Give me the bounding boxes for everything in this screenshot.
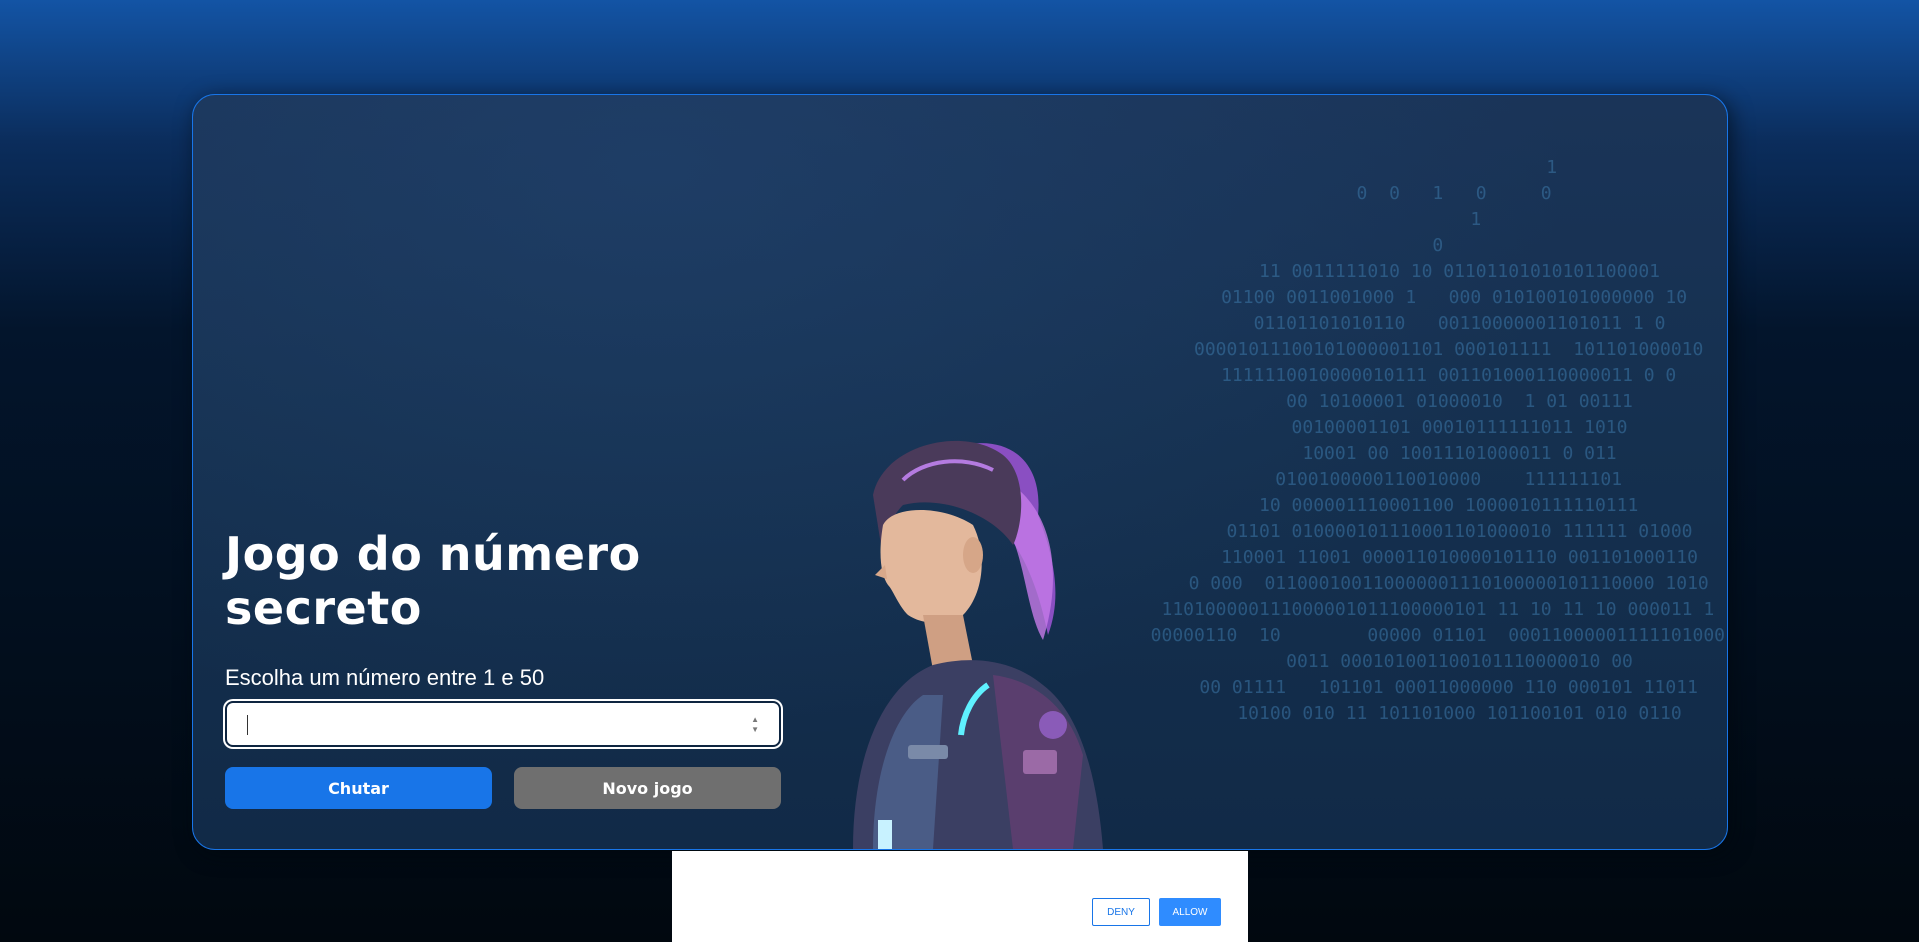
- binary-line: 110001 11001 000011010000101110 00110100…: [1156, 547, 1698, 568]
- binary-line: 00 10100001 01000010 1 01 00111: [1221, 391, 1633, 412]
- binary-line: 1: [1372, 209, 1482, 230]
- binary-line: 1111110010000010111 001101000110000011 0…: [1177, 365, 1677, 386]
- binary-line: 110100000111000001011100000101 11 10 11 …: [1139, 599, 1715, 620]
- stepper-up-icon[interactable]: ▲: [751, 715, 759, 725]
- page-title: Jogo do número secreto: [225, 527, 641, 635]
- binary-line: 11 0011111010 10 01101101010101100001: [1194, 261, 1660, 282]
- button-row: Chutar Novo jogo: [225, 767, 785, 809]
- binary-line: 00100001101 00010111111011 1010: [1226, 417, 1628, 438]
- binary-line: 0100100000110010000 111111101: [1231, 469, 1623, 490]
- game-content: Jogo do número secreto Escolha um número…: [225, 527, 785, 809]
- game-container: 1 0 0 1 0 0 1 0 11 0011111010 10 0110110…: [192, 94, 1728, 850]
- binary-line: 00 01111 101101 00011000000 110 000101 1…: [1156, 677, 1698, 698]
- binary-line: 0 0 1 0 0: [1302, 183, 1552, 204]
- allow-button[interactable]: ALLOW: [1159, 898, 1221, 926]
- stepper-down-icon[interactable]: ▼: [751, 725, 759, 735]
- consent-banner: DENY ALLOW: [672, 851, 1248, 942]
- binary-line: 0 000 0110001001100000011101000001011100…: [1145, 573, 1709, 594]
- astronaut-character-illustration: [853, 440, 1103, 849]
- text-caret: [247, 715, 248, 735]
- guess-button[interactable]: Chutar: [225, 767, 492, 809]
- binary-line: 10 000001110001100 1000010111110111: [1215, 495, 1639, 516]
- binary-rain-decoration: 1 0 0 1 0 0 1 0 11 0011111010 10 0110110…: [1127, 155, 1727, 775]
- binary-line: 01100 0011001000 1 000 010100101000000 1…: [1166, 287, 1688, 308]
- binary-line: 01101101010110 00110000001101011 1 0: [1188, 313, 1666, 334]
- instruction-text: Escolha um número entre 1 e 50: [225, 665, 545, 690]
- binary-line: 01101 010000101110001101000010 111111 01…: [1161, 521, 1693, 542]
- binary-line: 00001011100101000001101 000101111 101101…: [1150, 339, 1704, 360]
- binary-line: 00000110 10 00000 01101 0001100000111110…: [1128, 625, 1726, 646]
- binary-line: 0: [1410, 235, 1444, 256]
- deny-button[interactable]: DENY: [1092, 898, 1150, 926]
- guess-input[interactable]: [227, 703, 779, 745]
- guess-input-wrapper: ▲ ▼: [225, 701, 781, 747]
- new-game-button[interactable]: Novo jogo: [514, 767, 781, 809]
- number-stepper[interactable]: ▲ ▼: [751, 715, 759, 735]
- binary-line: 10100 010 11 101101000 101100101 010 011…: [1172, 703, 1682, 724]
- binary-line: 1: [1296, 157, 1558, 178]
- binary-line: 10001 00 10011101000011 0 011: [1237, 443, 1617, 464]
- binary-line: 0011 000101001100101110000010 00: [1221, 651, 1633, 672]
